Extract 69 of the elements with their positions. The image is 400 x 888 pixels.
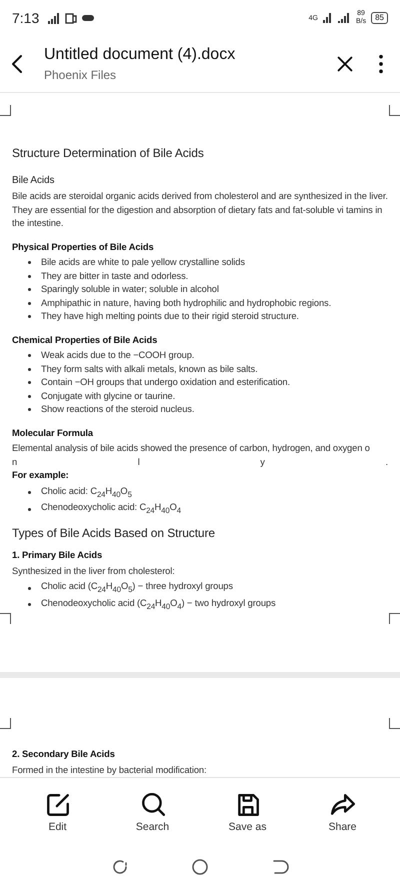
- signal-icon: [322, 13, 333, 23]
- bullet-icon: [28, 603, 31, 606]
- bullet-icon: [28, 408, 31, 412]
- body-paragraph: Elemental analysis of bile acids showed the presence of carbon, hydrogen, and oxygen o: [12, 442, 371, 455]
- toolbar-button[interactable]: Edit: [18, 788, 98, 836]
- list-item: Conjugate with glycine or taurine.: [41, 390, 176, 403]
- share-icon: [330, 792, 356, 818]
- list-item: Chenodeoxycholic acid (C$_{24}$H$_{40}$O$_{4}$) − two hydroxyl groups: [41, 596, 276, 612]
- page-corner-mark: [0, 105, 11, 116]
- signal-icon: [48, 12, 60, 24]
- app-name: Phoenix Files: [44, 68, 118, 82]
- battery-indicator: 85: [371, 12, 388, 24]
- section-heading: Chemical Properties of Bile Acids: [12, 334, 158, 347]
- list-item: Cholic acid: C$_{24}$H$_{40}$O$_{5}$: [41, 484, 132, 500]
- list-item: Bile acids are white to pale yellow crystalline solids: [41, 256, 245, 269]
- clock: 7:13: [12, 10, 40, 26]
- toolbar-button[interactable]: Share: [302, 788, 382, 836]
- bullet-icon: [28, 302, 31, 305]
- list-item: They have high melting points due to their rigid steroid structure.: [41, 310, 299, 323]
- section-heading: Physical Properties of Bile Acids: [12, 240, 155, 254]
- bullet-icon: [28, 381, 31, 384]
- home-icon[interactable]: [191, 858, 209, 876]
- page-corner-mark: [389, 718, 400, 729]
- page-corner-mark: [389, 613, 400, 624]
- signal-icon: [338, 13, 351, 23]
- page-corner-mark: [0, 718, 11, 729]
- section-heading: Molecular Formula: [12, 426, 94, 440]
- body-paragraph: Synthesized in the liver from cholesterol:: [12, 564, 176, 578]
- list-item: Amphipathic in nature, having both hydrophilic and hydrophobic regions.: [41, 296, 332, 310]
- page-corner-mark: [389, 105, 400, 116]
- text-fragment: .: [385, 456, 388, 468]
- document-title: Untitled document (4).docx: [44, 46, 236, 64]
- list-item: Weak acids due to the −COOH group.: [41, 349, 194, 362]
- body-paragraph: Bile acids are steroidal organic acids derived from cholesterol and are synthesized in the liver. They are essential for the digestion and absorption of dietary fats and fat-soluble vi tamins in the intestine.: [12, 190, 388, 230]
- bullet-icon: [28, 274, 31, 278]
- section-heading: 2. Secondary Bile Acids: [12, 748, 116, 761]
- recent-apps-icon[interactable]: [111, 858, 129, 876]
- app-notification-icon: [65, 12, 78, 24]
- list-item: They are bitter in taste and odorless.: [41, 270, 188, 283]
- bullet-icon: [28, 288, 31, 292]
- toolbar-button[interactable]: Save as: [208, 788, 288, 836]
- text-fragment: l: [138, 456, 140, 468]
- bullet-icon: [28, 315, 31, 318]
- section-heading: For example:: [12, 469, 70, 482]
- bullet-icon: [28, 354, 31, 358]
- list-item: Chenodeoxycholic acid: C$_{24}$H$_{40}$O$_{4}$: [41, 500, 181, 517]
- back-icon[interactable]: [271, 858, 289, 876]
- list-item: Contain −OH groups that undergo oxidation and esterification.: [41, 376, 290, 389]
- list-item: They form salts with alkali metals, known as bile salts.: [41, 362, 258, 376]
- text-fragment: n: [12, 456, 18, 468]
- bullet-icon: [28, 368, 31, 371]
- body-paragraph: Formed in the intestine by bacterial modification:: [12, 764, 208, 777]
- toolbar-button[interactable]: Search: [112, 788, 192, 836]
- section-heading: Bile Acids: [12, 174, 56, 188]
- search-icon: [140, 792, 166, 818]
- section-title: Types of Bile Acids Based on Structure: [12, 525, 216, 542]
- bullet-icon: [28, 491, 31, 494]
- section-heading: 1. Primary Bile Acids: [12, 549, 104, 562]
- text-fragment: y: [260, 456, 265, 469]
- bullet-icon: [28, 586, 31, 590]
- bullet-icon: [28, 394, 31, 398]
- edit-icon: [44, 792, 70, 818]
- bullet-icon: [28, 261, 31, 264]
- section-title: Structure Determination of Bile Acids: [12, 145, 205, 161]
- page-corner-mark: [0, 613, 11, 624]
- list-item: Sparingly soluble in water; soluble in alcohol: [41, 283, 219, 296]
- list-item: Cholic acid (C$_{24}$H$_{40}$O$_{5}$) − three hydroxyl groups: [41, 580, 233, 596]
- list-item: Show reactions of the steroid nucleus.: [41, 403, 194, 416]
- bullet-icon: [28, 508, 31, 511]
